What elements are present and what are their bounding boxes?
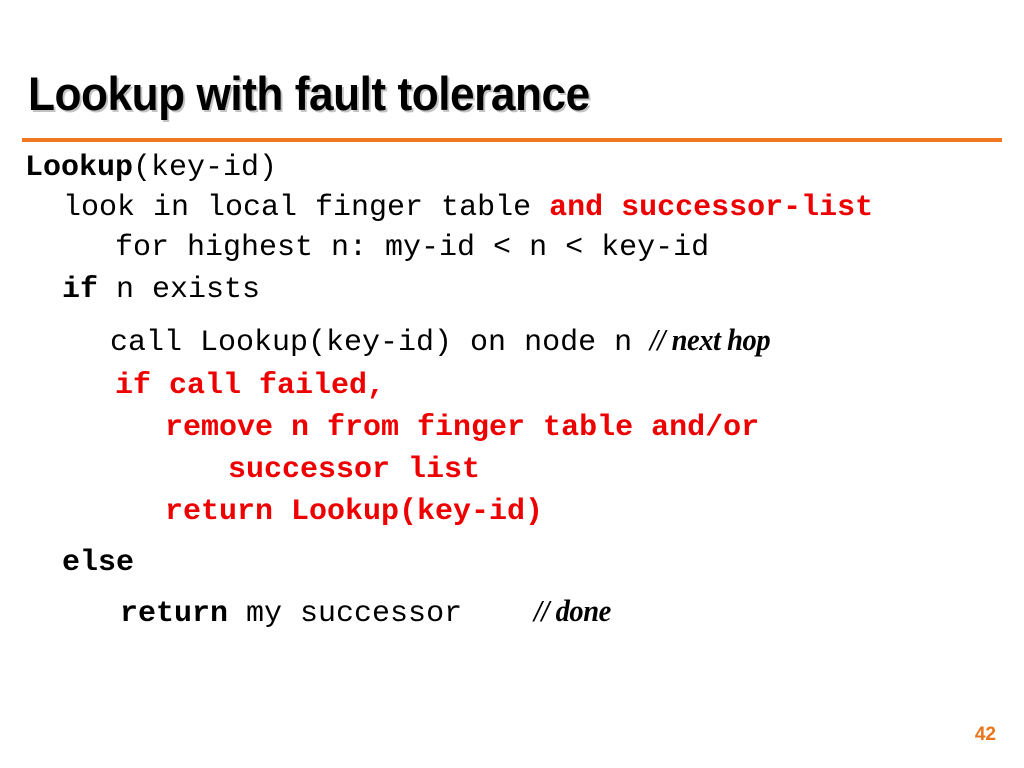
code-text: call Lookup(key-id) on node n [110,326,651,360]
page-title: Lookup with fault tolerance [28,67,590,120]
code-keyword: if [62,273,99,307]
code-text: n exists [98,273,261,307]
code-line-return-lookup: return Lookup(key-id) [165,492,543,532]
code-line-remove-n-from-finger-table: remove n from finger table and/or [165,408,759,448]
code-line-for-highest-n: for highest n: my-id < n < key-id [115,228,709,268]
code-highlight: and successor-list [549,191,874,225]
code-line-call-lookup-on-node-n: call Lookup(key-id) on node n // next ho… [110,320,781,363]
code-text: (key-id) [133,151,278,185]
slide: Lookup with fault tolerance Lookup(key-i… [0,0,1024,768]
code-highlight: remove n from finger table and/or [165,411,760,445]
code-keyword: return [120,597,229,631]
code-comment: // next hop [650,322,771,357]
code-line-lookup-signature: Lookup(key-id) [25,148,277,188]
code-highlight: return Lookup(key-id) [165,495,544,529]
code-keyword: Lookup [25,151,134,185]
code-highlight: successor list [228,453,481,487]
page-number: 42 [974,724,996,745]
code-line-return-my-successor: return my successor // done [120,591,618,634]
code-text: my successor [228,597,463,631]
code-line-else: else [62,543,134,583]
code-line-if-call-failed: if call failed, [115,366,385,406]
title-divider [22,138,1002,142]
code-highlight: if call failed, [115,369,386,403]
code-text: look in local finger table [63,191,550,225]
code-line-successor-list: successor list [228,450,480,490]
code-comment: // done [534,593,611,628]
code-text: for highest n: my-id < n < key-id [115,231,710,265]
code-line-if-n-exists: if n exists [62,270,260,310]
code-line-look-in-finger-table: look in local finger table and successor… [63,188,873,228]
code-keyword: else [62,546,135,580]
